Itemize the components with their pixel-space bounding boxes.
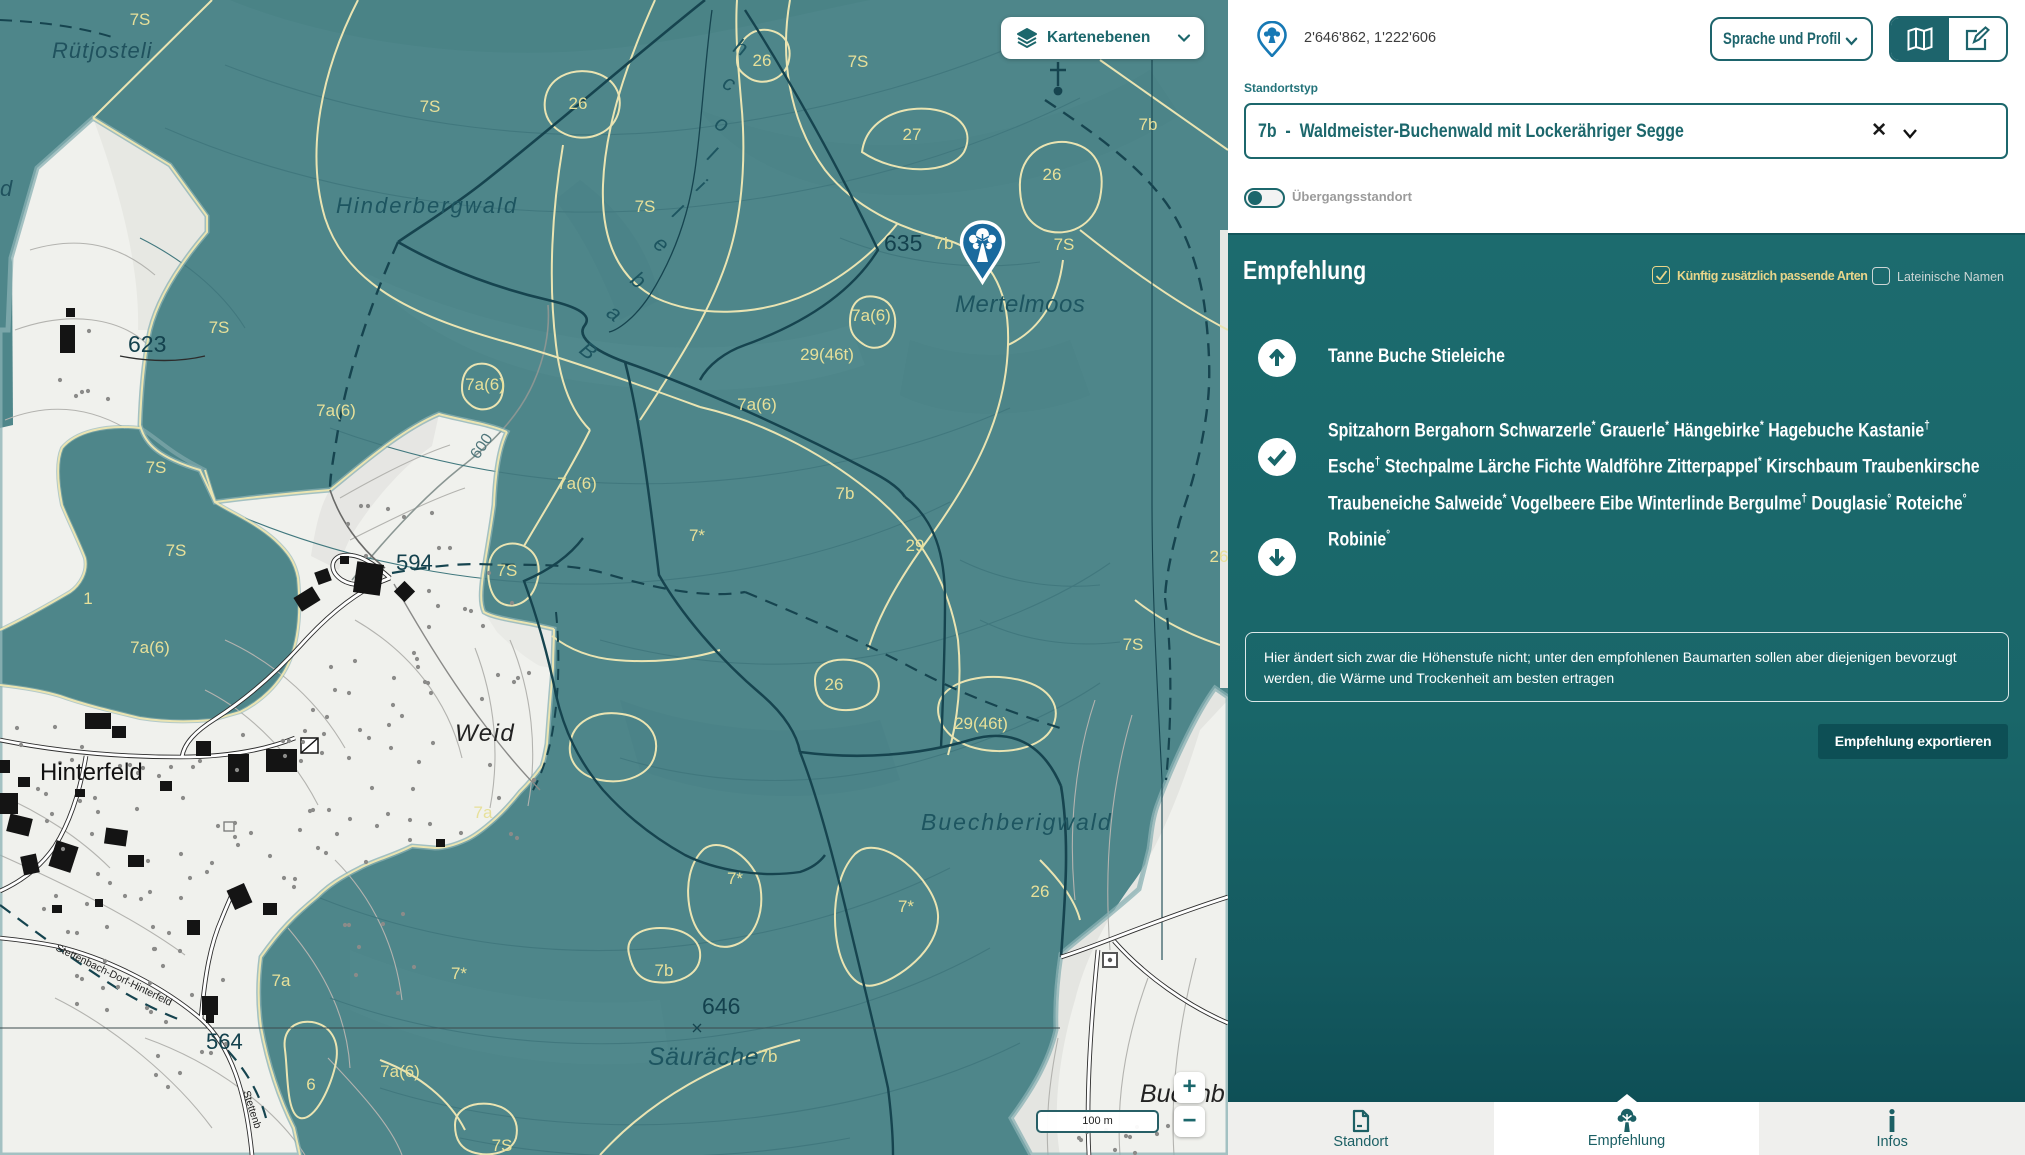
svg-text:1: 1 (83, 589, 92, 608)
svg-text:7*: 7* (727, 869, 743, 888)
svg-text:7S: 7S (146, 458, 167, 477)
svg-text:7a(6): 7a(6) (130, 638, 170, 657)
svg-text:Buechberigwald: Buechberigwald (921, 809, 1113, 835)
svg-text:7a: 7a (272, 971, 291, 990)
svg-text:6: 6 (306, 1075, 315, 1094)
svg-text:7b: 7b (1139, 115, 1158, 134)
svg-text:7a(6): 7a(6) (316, 401, 356, 420)
svg-text:7S: 7S (1123, 635, 1144, 654)
svg-text:564: 564 (206, 1029, 243, 1054)
svg-text:26: 26 (1210, 547, 1228, 566)
svg-text:7S: 7S (166, 541, 187, 560)
svg-text:7S: 7S (492, 1136, 513, 1155)
svg-text:594: 594 (396, 550, 433, 575)
svg-text:7b: 7b (836, 484, 855, 503)
svg-text:7b: 7b (935, 234, 954, 253)
svg-text:7S: 7S (497, 561, 518, 580)
svg-text:Säuräche: Säuräche (648, 1043, 759, 1071)
svg-text:Hinterfeld: Hinterfeld (40, 759, 143, 786)
svg-text:26: 26 (1031, 882, 1050, 901)
svg-text:26: 26 (753, 51, 772, 70)
svg-text:7*: 7* (689, 526, 705, 545)
svg-text:7S: 7S (420, 97, 441, 116)
svg-text:646: 646 (702, 993, 740, 1019)
svg-text:7a(6): 7a(6) (557, 474, 597, 493)
svg-text:7a: 7a (474, 803, 493, 822)
svg-text:29(46t): 29(46t) (954, 714, 1008, 733)
svg-text:Rütjosteli: Rütjosteli (52, 38, 153, 63)
svg-text:29(46t): 29(46t) (800, 345, 854, 364)
svg-text:Hinderbergwald: Hinderbergwald (336, 193, 518, 218)
svg-text:7b: 7b (759, 1047, 778, 1066)
svg-text:26: 26 (1043, 165, 1062, 184)
svg-text:26: 26 (825, 675, 844, 694)
svg-text:635: 635 (884, 230, 922, 256)
svg-text:7a(6): 7a(6) (851, 306, 891, 325)
svg-text:7a(6): 7a(6) (380, 1062, 420, 1081)
svg-text:Mertelmoos: Mertelmoos (955, 291, 1085, 318)
svg-text:d: d (0, 176, 13, 201)
svg-text:7*: 7* (451, 964, 467, 983)
svg-text:29: 29 (906, 536, 925, 555)
svg-text:7S: 7S (635, 197, 656, 216)
svg-text:7S: 7S (848, 52, 869, 71)
svg-text:7a(6): 7a(6) (737, 395, 777, 414)
svg-text:7b: 7b (655, 961, 674, 980)
svg-text:623: 623 (128, 331, 166, 357)
svg-text:Weid: Weid (455, 720, 515, 747)
svg-text:7S: 7S (209, 318, 230, 337)
svg-text:7a(6): 7a(6) (465, 375, 505, 394)
svg-text:7*: 7* (898, 897, 914, 916)
svg-text:7S: 7S (130, 10, 151, 29)
svg-text:7S: 7S (1054, 235, 1075, 254)
svg-text:27: 27 (903, 125, 922, 144)
svg-text:26: 26 (569, 94, 588, 113)
